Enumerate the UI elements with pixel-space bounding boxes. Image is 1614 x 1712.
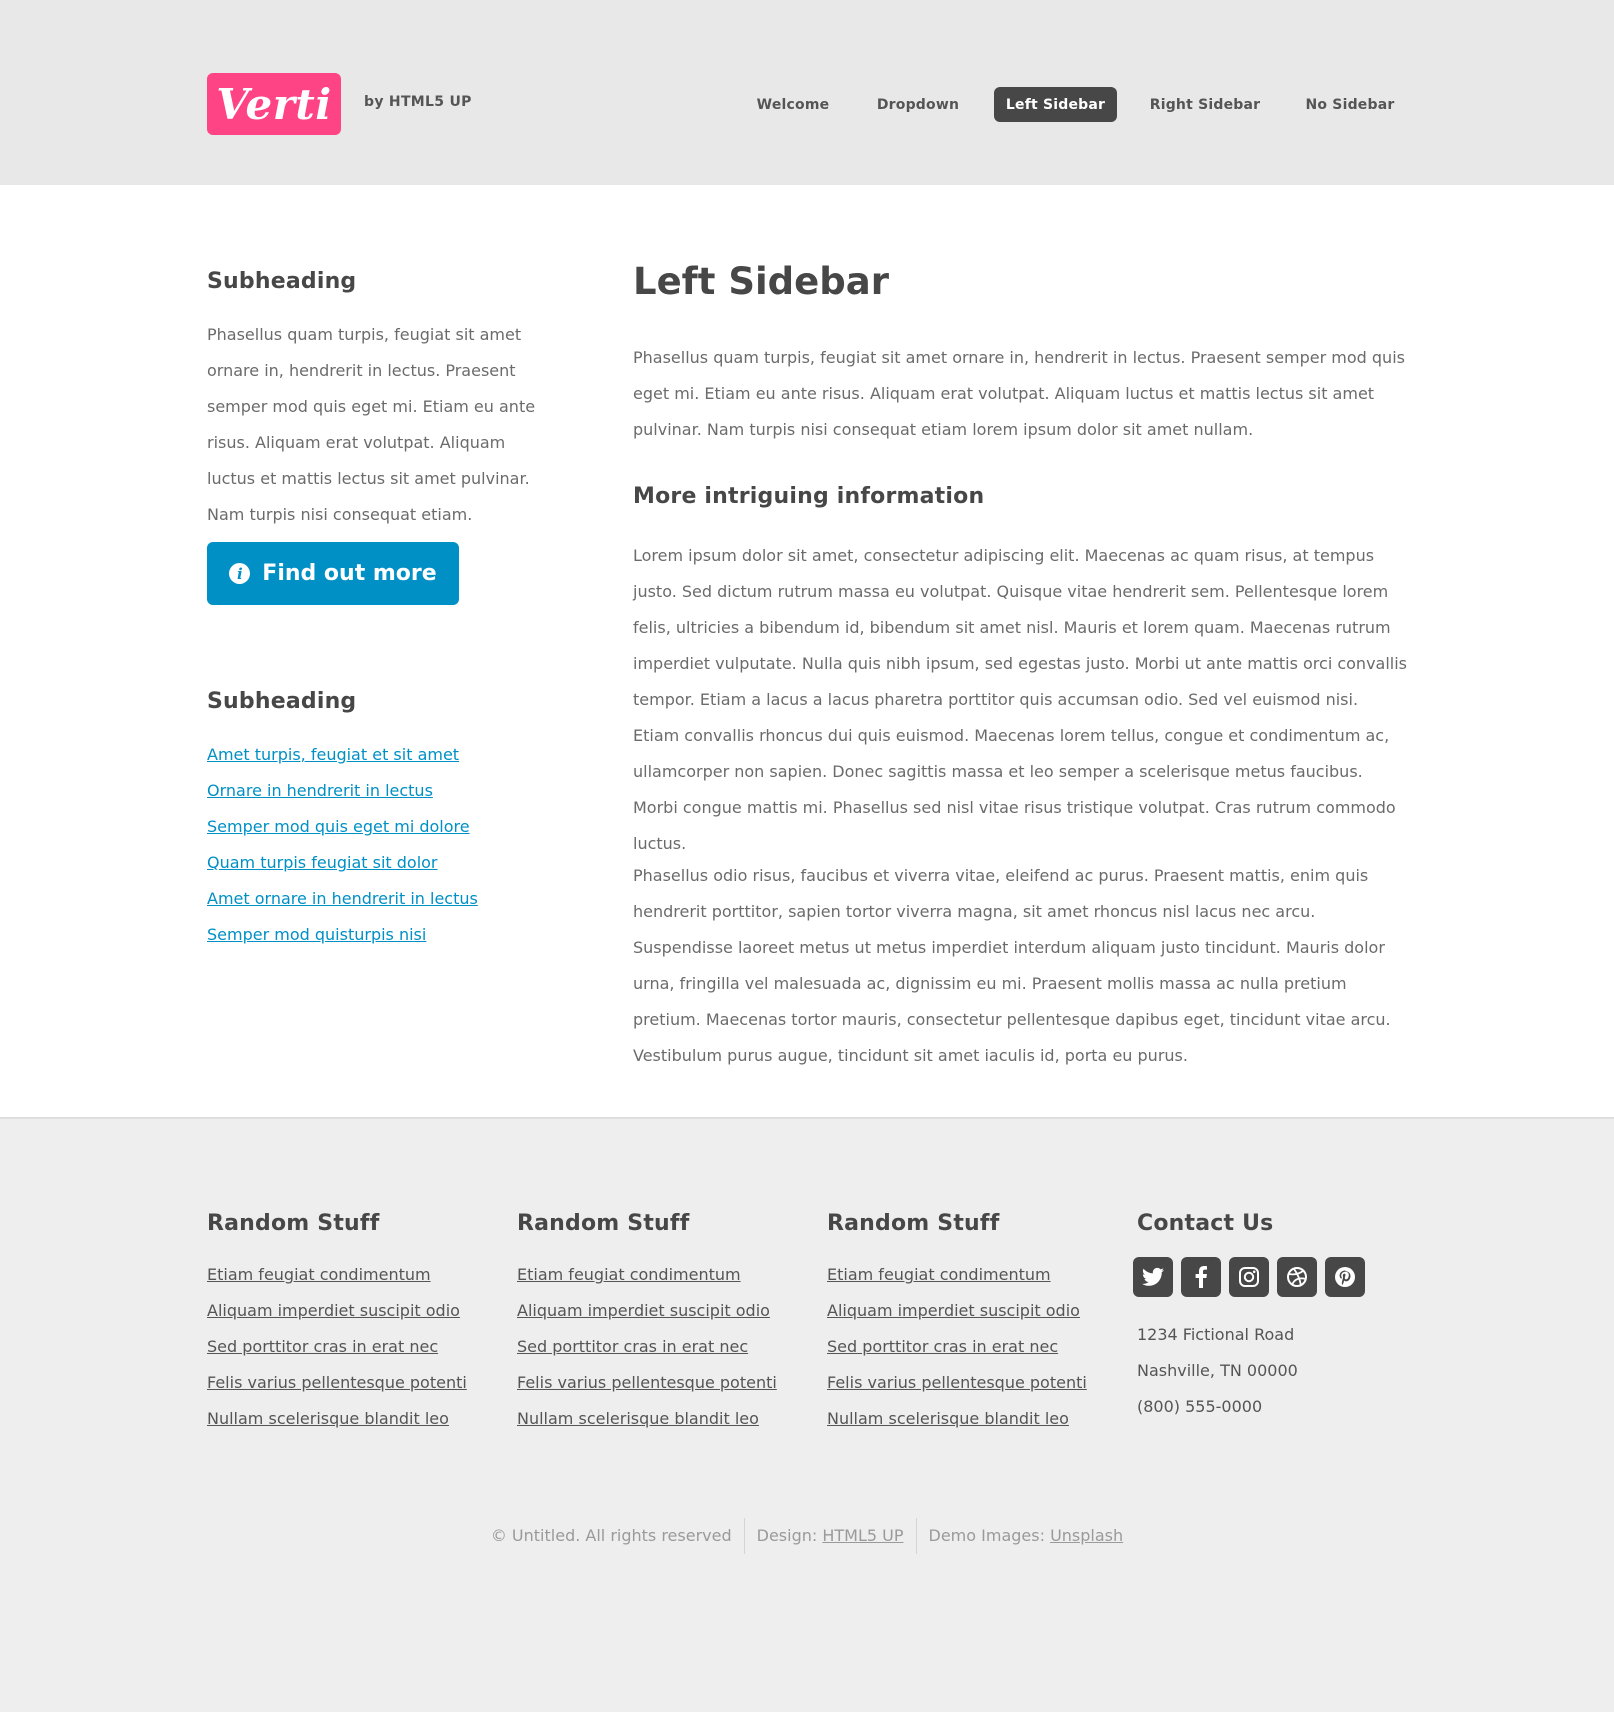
nav-left-sidebar[interactable]: Left Sidebar xyxy=(994,87,1117,122)
design-label: Design: xyxy=(756,1526,818,1545)
footer-link[interactable]: Felis varius pellentesque potenti xyxy=(207,1365,467,1401)
footer-column-1: Random Stuff Etiam feugiat condimentum A… xyxy=(207,1211,467,1437)
footer-contact: Contact Us 1234 Fictional Road Nashville… xyxy=(1133,1211,1397,1425)
find-out-more-label: Find out more xyxy=(262,561,437,586)
footer-link[interactable]: Felis varius pellentesque potenti xyxy=(827,1365,1087,1401)
phone-number: (800) 555-0000 xyxy=(1137,1397,1263,1416)
address-line-2: Nashville, TN 00000 xyxy=(1137,1361,1298,1380)
contact-info: 1234 Fictional Road Nashville, TN 00000 … xyxy=(1137,1317,1397,1425)
copyright-bar: © Untitled. All rights reserved Design: … xyxy=(0,1518,1614,1554)
find-out-more-button[interactable]: i Find out more xyxy=(207,542,459,605)
design-credit: Design: HTML5 UP xyxy=(743,1518,916,1554)
nav-welcome[interactable]: Welcome xyxy=(742,87,844,122)
images-link[interactable]: Unsplash xyxy=(1050,1526,1123,1545)
sidebar-text: Phasellus quam turpis, feugiat sit amet … xyxy=(207,325,536,524)
footer-link[interactable]: Etiam feugiat condimentum xyxy=(517,1257,777,1293)
pinterest-icon[interactable] xyxy=(1325,1257,1365,1297)
footer-link[interactable]: Nullam scelerisque blandit leo xyxy=(517,1401,777,1437)
sidebar-link[interactable]: Amet ornare in hendrerit in lectus xyxy=(207,881,552,917)
instagram-icon[interactable] xyxy=(1229,1257,1269,1297)
sidebar-link[interactable]: Ornare in hendrerit in lectus xyxy=(207,773,552,809)
main-section: Subheading Phasellus quam turpis, feugia… xyxy=(0,185,1614,1119)
images-credit: Demo Images: Unsplash xyxy=(915,1518,1136,1554)
footer-link-list: Etiam feugiat condimentum Aliquam imperd… xyxy=(827,1257,1087,1437)
sidebar-section-2: Subheading Amet turpis, feugiat et sit a… xyxy=(207,689,552,953)
address-line-1: 1234 Fictional Road xyxy=(1137,1325,1295,1344)
footer-column-3: Random Stuff Etiam feugiat condimentum A… xyxy=(827,1211,1087,1437)
sidebar-link[interactable]: Quam turpis feugiat sit dolor xyxy=(207,845,552,881)
footer-link[interactable]: Felis varius pellentesque potenti xyxy=(517,1365,777,1401)
nav-right-sidebar[interactable]: Right Sidebar xyxy=(1140,87,1270,122)
facebook-icon[interactable] xyxy=(1181,1257,1221,1297)
sidebar-link[interactable]: Semper mod quis eget mi dolore xyxy=(207,809,552,845)
sidebar-heading-1: Subheading xyxy=(207,269,357,294)
footer-link-list: Etiam feugiat condimentum Aliquam imperd… xyxy=(517,1257,777,1437)
images-label: Demo Images: xyxy=(928,1526,1045,1545)
footer-link[interactable]: Nullam scelerisque blandit leo xyxy=(827,1401,1087,1437)
info-circle-icon: i xyxy=(229,563,251,584)
footer-link[interactable]: Sed porttitor cras in erat nec xyxy=(207,1329,467,1365)
footer-heading: Random Stuff xyxy=(517,1211,690,1236)
footer-link[interactable]: Etiam feugiat condimentum xyxy=(827,1257,1087,1293)
nav-dropdown[interactable]: Dropdown xyxy=(867,87,969,122)
page-title: Left Sidebar xyxy=(633,260,889,303)
header: Verti by HTML5 UP Welcome Dropdown Left … xyxy=(0,0,1614,185)
footer-heading: Random Stuff xyxy=(207,1211,380,1236)
footer-link-list: Etiam feugiat condimentum Aliquam imperd… xyxy=(207,1257,467,1437)
footer-link[interactable]: Sed porttitor cras in erat nec xyxy=(827,1329,1087,1365)
sidebar-section-1: Subheading Phasellus quam turpis, feugia… xyxy=(207,269,552,533)
nav-no-sidebar[interactable]: No Sidebar xyxy=(1294,87,1406,122)
content-paragraph-1: Lorem ipsum dolor sit amet, consectetur … xyxy=(633,546,1408,853)
footer-link[interactable]: Nullam scelerisque blandit leo xyxy=(207,1401,467,1437)
footer-link[interactable]: Aliquam imperdiet suscipit odio xyxy=(207,1293,467,1329)
twitter-icon[interactable] xyxy=(1133,1257,1173,1297)
footer-link[interactable]: Etiam feugiat condimentum xyxy=(207,1257,467,1293)
sidebar-heading-2: Subheading xyxy=(207,689,357,714)
footer-link[interactable]: Sed porttitor cras in erat nec xyxy=(517,1329,777,1365)
contact-heading: Contact Us xyxy=(1137,1211,1274,1236)
intro-paragraph: Phasellus quam turpis, feugiat sit amet … xyxy=(633,348,1405,439)
copyright-text: © Untitled. All rights reserved xyxy=(490,1526,732,1545)
dribbble-icon[interactable] xyxy=(1277,1257,1317,1297)
footer-column-2: Random Stuff Etiam feugiat condimentum A… xyxy=(517,1211,777,1437)
design-link[interactable]: HTML5 UP xyxy=(822,1526,903,1545)
footer-heading: Random Stuff xyxy=(827,1211,1000,1236)
social-icons xyxy=(1133,1257,1397,1297)
content-paragraph-2: Phasellus odio risus, faucibus et viverr… xyxy=(633,866,1391,1065)
sidebar-link-list: Amet turpis, feugiat et sit amet Ornare … xyxy=(207,737,552,953)
content-subheading: More intriguing information xyxy=(633,484,985,509)
footer-link[interactable]: Aliquam imperdiet suscipit odio xyxy=(517,1293,777,1329)
sidebar-link[interactable]: Amet turpis, feugiat et sit amet xyxy=(207,737,552,773)
sidebar-link[interactable]: Semper mod quisturpis nisi xyxy=(207,917,552,953)
main-nav: Welcome Dropdown Left Sidebar Right Side… xyxy=(0,87,1614,122)
footer-link[interactable]: Aliquam imperdiet suscipit odio xyxy=(827,1293,1087,1329)
